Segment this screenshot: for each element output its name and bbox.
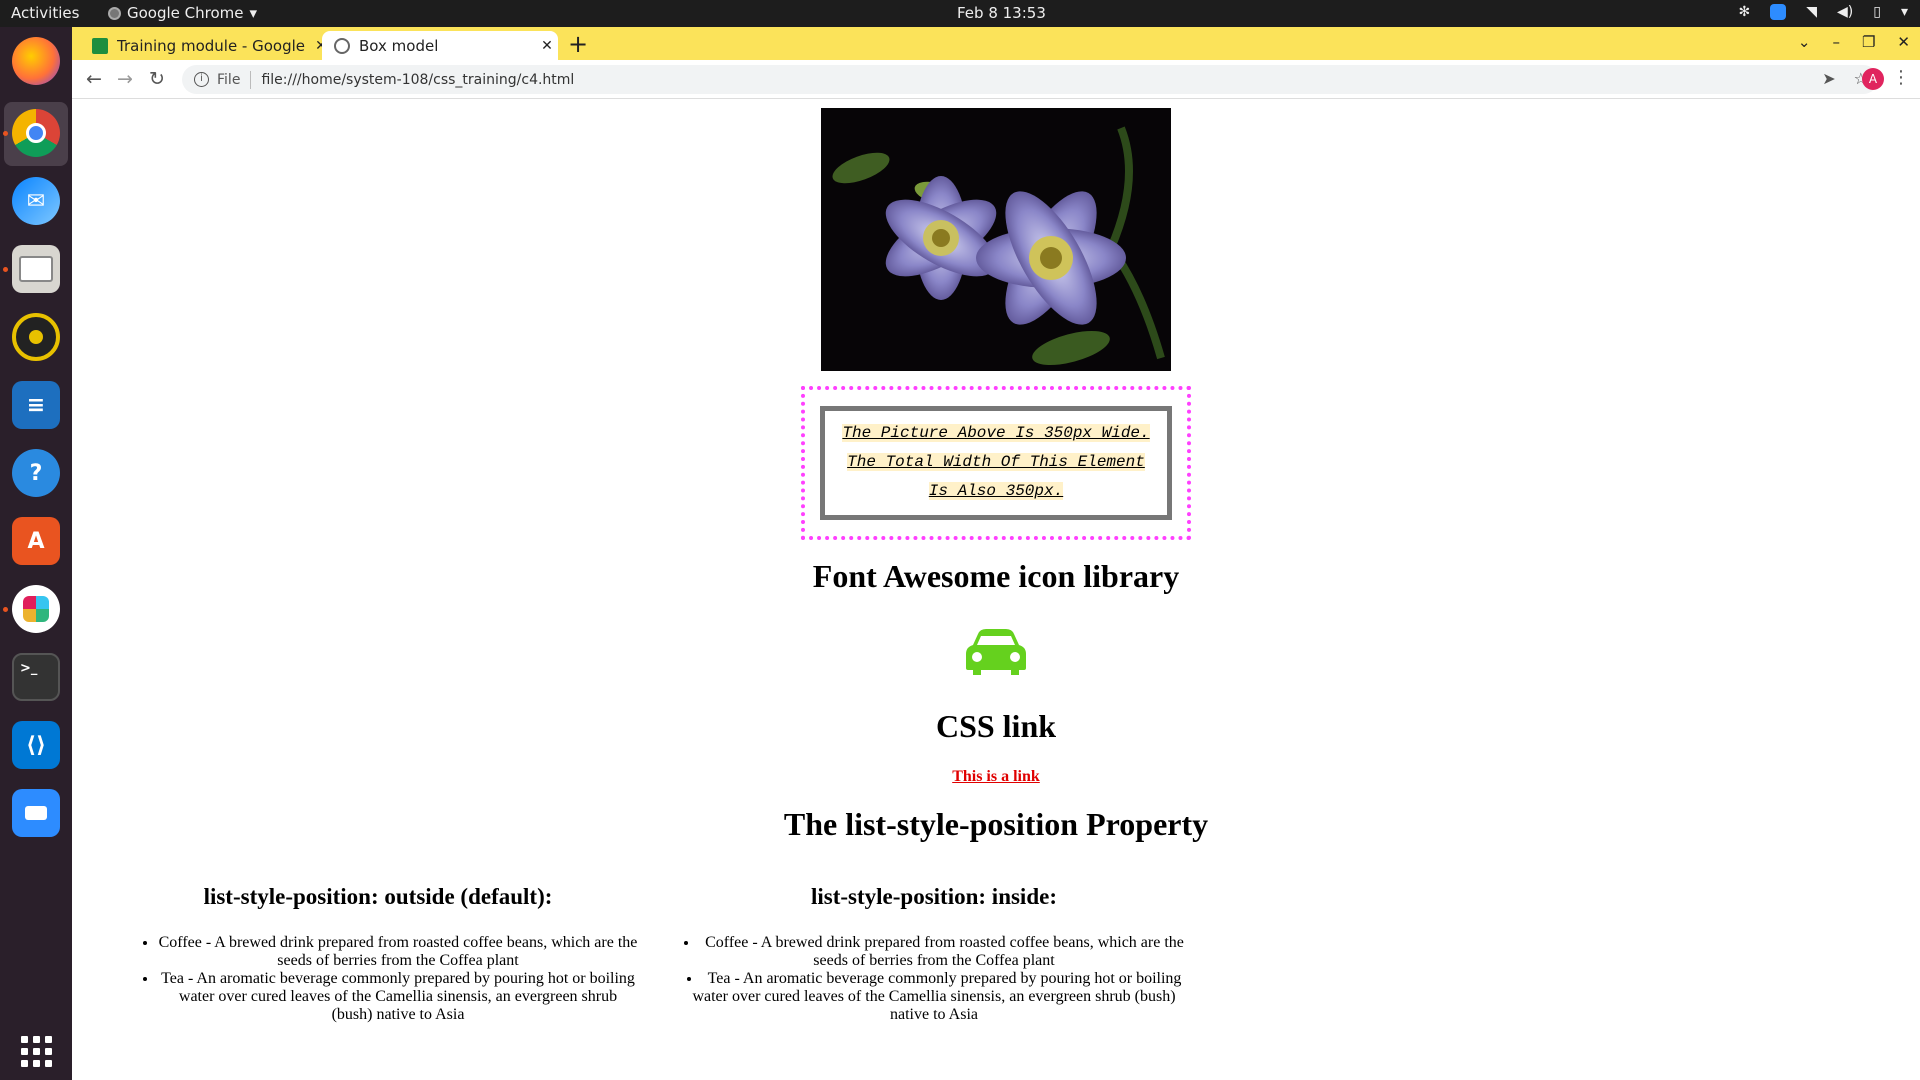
running-indicator: [3, 607, 8, 612]
activities-button[interactable]: Activities: [11, 4, 79, 22]
help-icon[interactable]: ?: [12, 449, 60, 497]
box-line-2: The Total Width Of This Element: [847, 453, 1145, 471]
dotted-box: The Picture Above Is 350px Wide. The Tot…: [801, 386, 1191, 540]
reload-icon[interactable]: ↻: [149, 68, 165, 90]
sheets-icon: [92, 37, 108, 54]
divider: [250, 70, 252, 89]
list-item: Coffee - A brewed drink prepared from ro…: [158, 934, 638, 970]
running-indicator: [3, 267, 8, 272]
wifi-icon[interactable]: ◥: [1806, 4, 1817, 20]
writer-icon[interactable]: ≡: [12, 381, 60, 429]
close-window-icon[interactable]: ✕: [1897, 33, 1910, 51]
forward-icon[interactable]: →: [117, 68, 133, 90]
chrome-icon[interactable]: [12, 109, 60, 157]
scheme-label: File: [217, 71, 241, 88]
address-bar[interactable]: i File file:///home/system-108/css_train…: [182, 65, 1878, 94]
column-heading: list-style-position: outside (default):: [203, 884, 553, 909]
system-tray[interactable]: ✻ ◥ ◀) ▯ ▾: [1739, 4, 1908, 20]
app-menu[interactable]: Google Chrome ▾: [108, 4, 257, 22]
tab-title: Training module - Google: [117, 36, 306, 55]
tab-search-icon[interactable]: ⌄: [1798, 33, 1811, 51]
battery-icon[interactable]: ▯: [1873, 4, 1881, 20]
flower-image: [821, 108, 1171, 371]
slack-tray-icon[interactable]: ✻: [1739, 4, 1751, 20]
dock: ✉ ≡ ? A >_ ⟨⟩: [0, 27, 72, 1080]
zoom-icon[interactable]: [12, 789, 60, 837]
list-item: Coffee - A brewed drink prepared from ro…: [674, 934, 1194, 970]
clematis-flowers-icon: [821, 108, 1171, 371]
heading-icon-library: Font Awesome icon library: [812, 558, 1180, 594]
info-icon[interactable]: i: [194, 72, 209, 87]
vscode-icon[interactable]: ⟨⟩: [12, 721, 60, 769]
minimize-icon[interactable]: –: [1832, 33, 1840, 51]
slack-icon[interactable]: [12, 585, 60, 633]
back-icon[interactable]: ←: [86, 68, 102, 90]
heading-css-link: CSS link: [935, 708, 1057, 744]
browser-toolbar: ← → ↻ i File file:///home/system-108/css…: [72, 60, 1920, 99]
thunderbird-icon[interactable]: ✉: [12, 177, 60, 225]
avatar[interactable]: A: [1862, 68, 1884, 90]
chevron-down-icon: ▾: [249, 4, 258, 22]
clock[interactable]: Feb 8 13:53: [957, 4, 1046, 22]
close-icon[interactable]: ✕: [536, 38, 558, 54]
files-icon[interactable]: [12, 245, 60, 293]
globe-icon: [334, 37, 350, 54]
sample-link[interactable]: This is a link: [72, 768, 1920, 786]
url-text[interactable]: file:///home/system-108/css_training/c4.…: [261, 72, 574, 88]
list-inside: Coffee - A brewed drink prepared from ro…: [674, 934, 1194, 1024]
volume-icon[interactable]: ◀): [1837, 4, 1853, 20]
heading-list-style: The list-style-position Property: [783, 806, 1209, 842]
maximize-icon[interactable]: ❐: [1862, 33, 1875, 51]
zoom-tray-icon[interactable]: [1770, 4, 1787, 20]
software-icon[interactable]: A: [12, 517, 60, 565]
system-top-bar: Activities Google Chrome ▾ Feb 8 13:53 ✻…: [0, 0, 1920, 27]
tab-title: Box model: [359, 36, 439, 55]
chrome-small-icon: [108, 6, 121, 20]
send-icon[interactable]: ➤: [1822, 69, 1835, 88]
list-item: Tea - An aromatic beverage commonly prep…: [158, 970, 638, 1024]
running-indicator: [3, 131, 8, 136]
tab-bar: Training module - Google ✕ Box model ✕ +…: [72, 27, 1920, 60]
list-outside: Coffee - A brewed drink prepared from ro…: [118, 934, 638, 1024]
column-heading: list-style-position: inside:: [811, 884, 1057, 909]
show-apps-icon[interactable]: [12, 1027, 60, 1075]
column-inside: list-style-position: inside: Coffee - A …: [674, 884, 1194, 1024]
app-menu-label: Google Chrome: [127, 4, 244, 22]
firefox-icon[interactable]: [12, 37, 60, 85]
car-icon: [966, 629, 1026, 675]
box-line-1: The Picture Above Is 350px Wide.: [842, 424, 1150, 442]
new-tab-button[interactable]: +: [568, 30, 588, 58]
box-line-3: Is Also 350px.: [928, 482, 1064, 500]
power-menu-icon[interactable]: ▾: [1901, 4, 1908, 20]
tab-training-module[interactable]: Training module - Google ✕: [92, 31, 332, 60]
terminal-icon[interactable]: >_: [12, 653, 60, 701]
column-outside: list-style-position: outside (default): …: [118, 884, 638, 1024]
tab-box-model[interactable]: Box model ✕: [322, 31, 558, 60]
page-content: The Picture Above Is 350px Wide. The Tot…: [72, 100, 1920, 1080]
more-menu-icon[interactable]: ⋮: [1892, 67, 1910, 88]
solid-box: The Picture Above Is 350px Wide. The Tot…: [820, 406, 1172, 520]
rhythmbox-icon[interactable]: [12, 313, 60, 361]
list-item: Tea - An aromatic beverage commonly prep…: [674, 970, 1194, 1024]
window-controls: ⌄ – ❐ ✕: [1798, 33, 1910, 51]
